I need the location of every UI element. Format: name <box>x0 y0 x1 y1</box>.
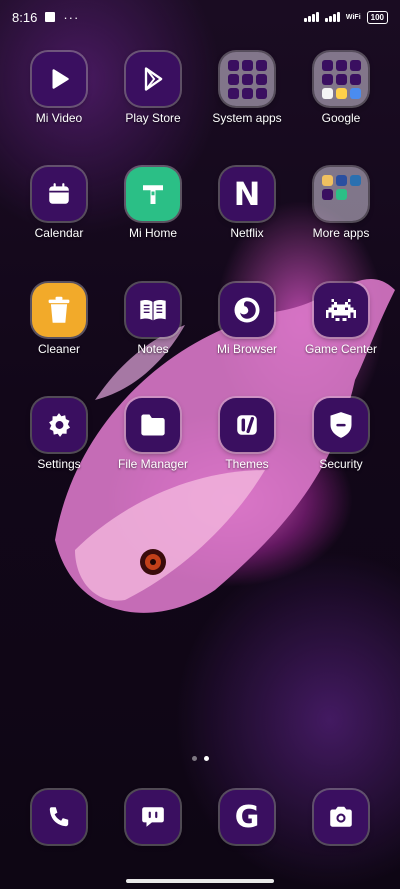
folder-google[interactable]: Google <box>294 52 388 125</box>
app-netflix[interactable]: N Netflix <box>200 167 294 240</box>
game-icon <box>314 283 368 337</box>
folder-system-apps[interactable]: System apps <box>200 52 294 125</box>
page-dot <box>191 756 197 761</box>
phone-icon <box>32 790 86 844</box>
app-label: System apps <box>212 111 282 125</box>
app-play-store[interactable]: Play Store <box>106 52 200 125</box>
play-store-icon <box>126 52 180 106</box>
themes-icon <box>220 398 274 452</box>
status-bar: 8:16 ··· WiFi 100 <box>0 0 400 34</box>
app-security[interactable]: Security <box>294 398 388 471</box>
play-icon <box>32 52 86 106</box>
google-icon: G <box>220 790 274 844</box>
app-themes[interactable]: Themes <box>200 398 294 471</box>
app-calendar[interactable]: Calendar <box>12 167 106 240</box>
app-label: File Manager <box>117 457 189 471</box>
shield-icon <box>314 398 368 452</box>
home-gesture-bar[interactable] <box>126 879 274 883</box>
mi-home-icon <box>126 167 180 221</box>
page-dot-active <box>203 756 209 761</box>
app-mi-browser[interactable]: Mi Browser <box>200 283 294 356</box>
app-label: Mi Browser <box>216 342 277 356</box>
app-settings[interactable]: Settings <box>12 398 106 471</box>
clock: 8:16 <box>12 9 38 25</box>
dock-google[interactable]: G <box>200 790 294 844</box>
signal-icon-2 <box>324 12 340 22</box>
netflix-icon: N <box>220 167 274 221</box>
dock-messages[interactable] <box>106 790 200 844</box>
folder-more-apps[interactable]: More apps <box>294 167 388 240</box>
app-label: Mi Home <box>128 226 177 240</box>
camera-icon <box>314 790 368 844</box>
google-letter: G <box>234 799 260 835</box>
app-file-manager[interactable]: File Manager <box>106 398 200 471</box>
notification-square-icon <box>45 12 56 22</box>
calendar-icon <box>32 167 86 221</box>
dock-camera[interactable] <box>294 790 388 844</box>
browser-icon <box>220 283 274 337</box>
signal-icon <box>303 12 319 22</box>
battery-icon: 100 <box>366 10 388 24</box>
app-label: Game Center <box>304 342 378 356</box>
app-game-center[interactable]: Game Center <box>294 283 388 356</box>
dock-phone[interactable] <box>12 790 106 844</box>
app-label: Netflix <box>230 226 264 240</box>
app-label: Google <box>321 111 361 125</box>
app-label: Cleaner <box>37 342 81 356</box>
folder-icon <box>220 52 274 106</box>
app-label: Settings <box>37 457 81 471</box>
app-label: Calendar <box>34 226 84 240</box>
app-cleaner[interactable]: Cleaner <box>12 283 106 356</box>
app-mi-video[interactable]: Mi Video <box>12 52 106 125</box>
folder-file-icon <box>126 398 180 452</box>
book-icon <box>126 283 180 337</box>
page-indicator[interactable] <box>0 756 400 761</box>
more-notifications: ··· <box>63 9 80 25</box>
app-label: Notes <box>137 342 169 356</box>
netflix-letter: N <box>233 175 261 213</box>
wifi-icon: WiFi <box>345 13 361 21</box>
gear-icon <box>32 398 86 452</box>
app-notes[interactable]: Notes <box>106 283 200 356</box>
messages-icon <box>126 790 180 844</box>
app-label: Themes <box>225 457 269 471</box>
folder-icon <box>314 167 368 221</box>
trash-icon <box>32 283 86 337</box>
app-mi-home[interactable]: Mi Home <box>106 167 200 240</box>
app-label: Mi Video <box>35 111 83 125</box>
app-label: Play Store <box>125 111 181 125</box>
app-label: More apps <box>312 226 370 240</box>
folder-icon <box>314 52 368 106</box>
app-label: Security <box>319 457 363 471</box>
